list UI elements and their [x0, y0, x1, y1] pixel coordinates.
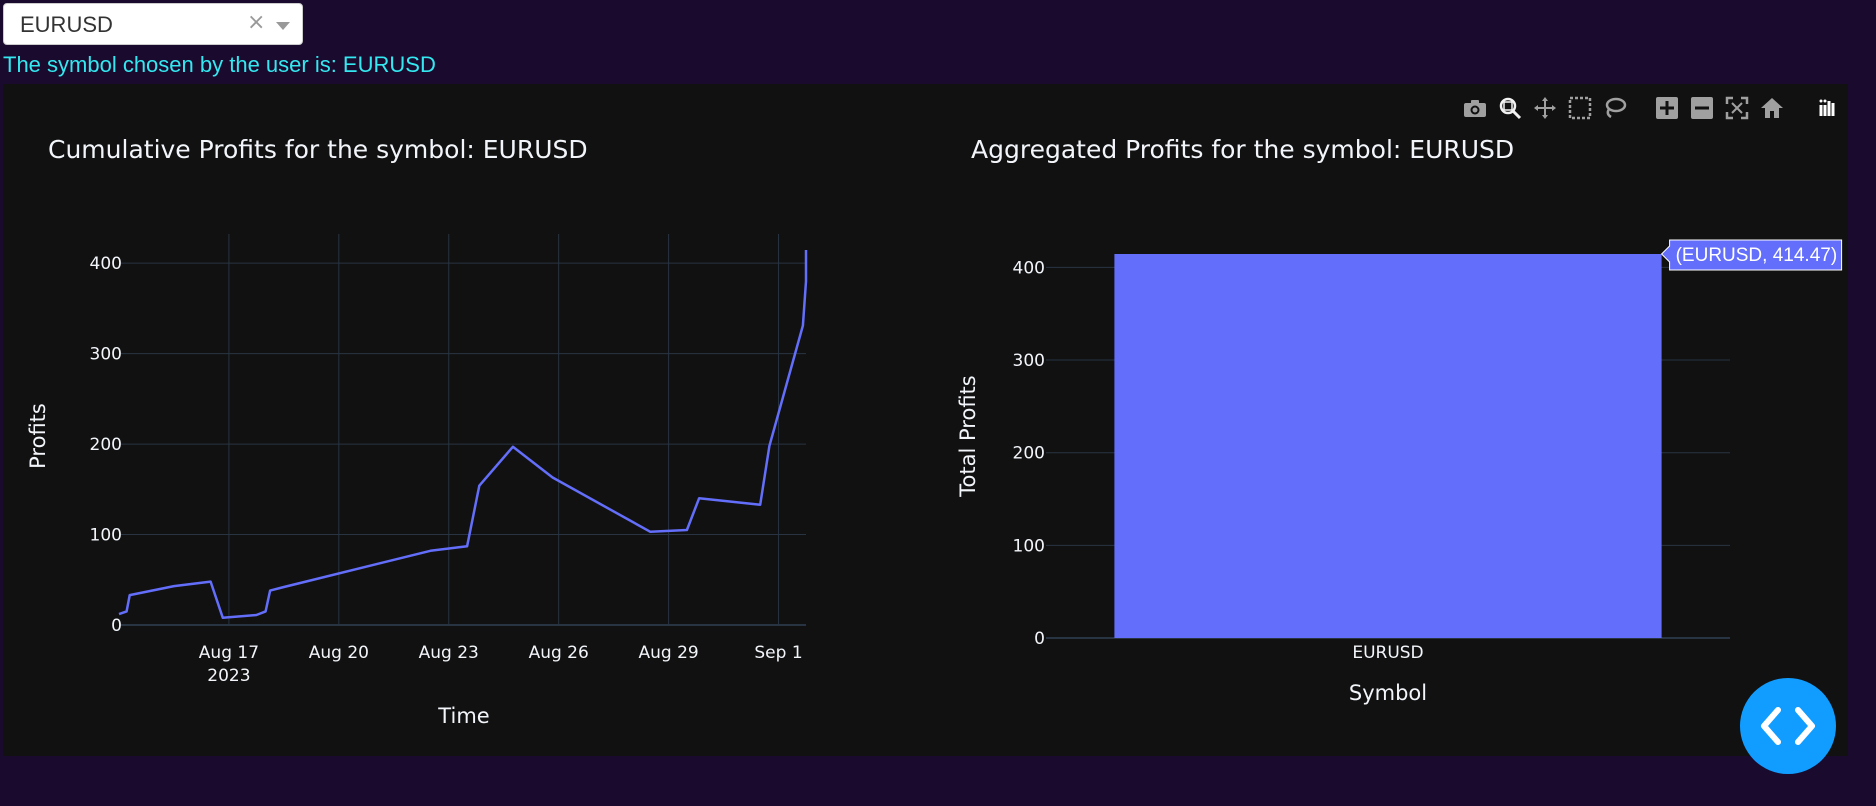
bar-eurusd	[1114, 254, 1662, 638]
x-tick-label: Aug 26	[529, 643, 589, 663]
box-select-icon[interactable]	[1568, 96, 1592, 120]
zoom-out-icon[interactable]	[1690, 96, 1714, 120]
symbol-dropdown[interactable]: EURUSD ×	[3, 3, 303, 45]
y-tick-label: 100	[90, 526, 122, 546]
pan-icon[interactable]	[1533, 96, 1557, 120]
y-tick-label: 400	[1013, 258, 1045, 278]
reset-axes-icon[interactable]	[1760, 96, 1784, 120]
y-axis-title: Profits	[26, 403, 50, 469]
zoom-in-icon[interactable]	[1655, 96, 1679, 120]
cumulative-profits-line	[118, 250, 808, 620]
selected-symbol-message: The symbol chosen by the user is: EURUSD	[3, 52, 436, 77]
dropdown-selected-value: EURUSD	[20, 12, 113, 37]
y-axis-title: Total Profits	[956, 375, 980, 497]
x-axis-title: Time	[437, 704, 489, 728]
x-tick-label: Sep 1	[754, 643, 802, 663]
charts-canvas: Cumulative Profits for the symbol: EURUS…	[26, 135, 1843, 728]
x-tick-label: Aug 17	[199, 643, 259, 663]
code-toggle-button[interactable]	[1740, 678, 1836, 774]
camera-icon[interactable]	[1463, 98, 1487, 118]
y-tick-label: 400	[90, 254, 122, 274]
lasso-select-icon[interactable]	[1603, 96, 1627, 120]
y-tick-label: 200	[1013, 444, 1045, 464]
x-axis-title: Symbol	[1349, 681, 1427, 705]
y-tick-label: 0	[1034, 629, 1045, 649]
autoscale-icon[interactable]	[1725, 96, 1749, 120]
caret-down-icon[interactable]	[276, 22, 290, 30]
y-tick-label: 300	[1013, 351, 1045, 371]
code-icon	[1761, 707, 1815, 745]
x-tick-label: Aug 20	[309, 643, 369, 663]
x-tick-label: EURUSD	[1352, 643, 1423, 663]
plotly-logo-icon[interactable]	[1816, 97, 1838, 119]
y-tick-label: 0	[111, 616, 122, 636]
clear-icon[interactable]: ×	[247, 10, 265, 35]
hover-tooltip-label: (EURUSD, 414.47)	[1676, 245, 1838, 266]
x-tick-label: Aug 29	[638, 643, 698, 663]
modebar	[1463, 96, 1838, 120]
line-chart-title: Cumulative Profits for the symbol: EURUS…	[48, 135, 588, 164]
graph-container: Cumulative Profits for the symbol: EURUS…	[3, 84, 1848, 756]
zoom-icon[interactable]	[1498, 96, 1522, 120]
bar-chart-title: Aggregated Profits for the symbol: EURUS…	[971, 135, 1514, 164]
y-tick-label: 100	[1013, 536, 1045, 556]
y-tick-label: 300	[90, 345, 122, 365]
x-tick-label: Aug 23	[419, 643, 479, 663]
x-tick-year: 2023	[207, 666, 250, 686]
y-tick-label: 200	[90, 435, 122, 455]
